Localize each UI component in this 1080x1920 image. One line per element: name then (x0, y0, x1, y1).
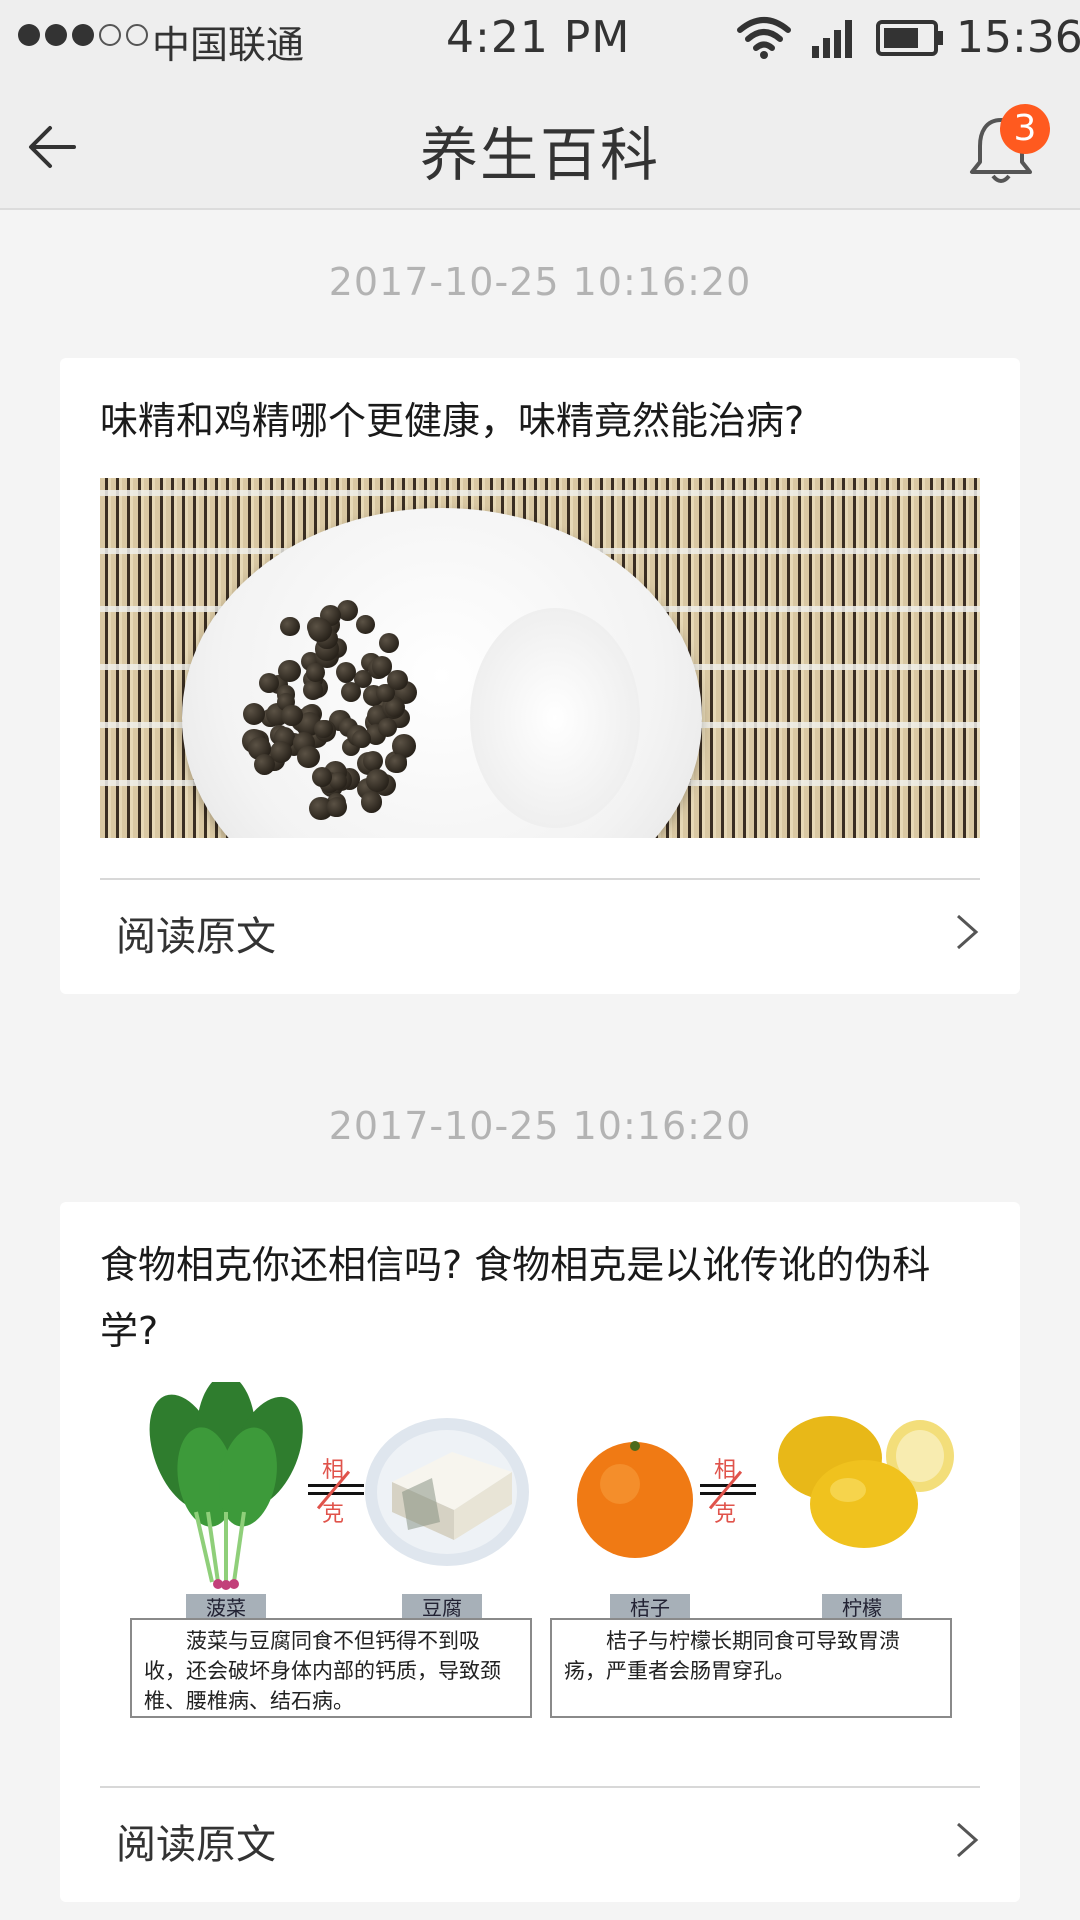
status-bar: 中国联通 4:21 PM 15:36 (0, 0, 1080, 78)
status-time-center: 4:21 PM (446, 12, 631, 63)
article-timestamp: 2017-10-25 10:16:20 (328, 260, 752, 304)
orange-image (577, 1441, 693, 1558)
peppercorn (305, 662, 326, 683)
read-more-label: 阅读原文 (116, 914, 276, 960)
read-original-link[interactable]: 阅读原文 (100, 880, 980, 980)
peppercorn (352, 729, 371, 749)
peppercorn (297, 745, 320, 768)
page-title: 养生百科 (419, 121, 660, 189)
battery-icon (876, 20, 943, 56)
peppercorn (387, 669, 408, 691)
article-image[interactable]: 相 克 相 克 菠菜 豆腐 桔子 柠檬 菠菜与豆腐同食不但钙得不到吸收，还会破坏… (100, 1382, 980, 1762)
tofu-image (365, 1418, 529, 1566)
chevron-right-icon (957, 914, 979, 950)
read-more-label: 阅读原文 (116, 1822, 276, 1868)
cell-signal-icon (812, 20, 852, 58)
notification-badge: 3 (1000, 104, 1050, 154)
incompatible-symbol: 相 克 (700, 1452, 756, 1532)
article-title[interactable]: 味精和鸡精哪个更健康，味精竟然能治病? (100, 388, 984, 454)
article-card[interactable]: 味精和鸡精哪个更健康，味精竟然能治病? 阅读原文 (60, 358, 1020, 994)
peppercorn (278, 659, 301, 683)
peppercorn (242, 702, 265, 725)
carrier-name: 中国联通 (152, 23, 305, 67)
peppercorn (314, 719, 333, 739)
peppercorn (308, 617, 332, 642)
article-timestamp: 2017-10-25 10:16:20 (328, 1104, 752, 1148)
peppercorn (360, 790, 383, 813)
peppercorn (280, 616, 300, 636)
spinach-image (149, 1382, 303, 1590)
image-note: 菠菜与豆腐同食不但钙得不到吸收，还会破坏身体内部的钙质，导致颈椎、腰椎病、结石病… (130, 1618, 532, 1718)
signal-dots-icon (18, 24, 148, 46)
wifi-icon (737, 17, 791, 59)
nav-bar: 养生百科 3 (0, 78, 1080, 210)
incompatible-symbol: 相 克 (308, 1452, 364, 1532)
peppercorn (280, 704, 303, 727)
article-title[interactable]: 食物相克你还相信吗? 食物相克是以讹传讹的伪科学? (100, 1232, 984, 1364)
read-original-link[interactable]: 阅读原文 (100, 1788, 980, 1888)
chevron-right-icon (957, 1822, 979, 1858)
peppercorn (366, 768, 390, 792)
status-time-right: 15:36 (956, 12, 1080, 63)
article-card[interactable]: 食物相克你还相信吗? 食物相克是以讹传讹的伪科学? 相 克 相 克 菠菜 豆腐 … (60, 1202, 1020, 1902)
article-image[interactable] (100, 478, 980, 838)
image-note: 桔子与柠檬长期同食可导致胃溃疡，严重者会肠胃穿孔。 (550, 1618, 952, 1718)
lemon-image (778, 1416, 954, 1548)
